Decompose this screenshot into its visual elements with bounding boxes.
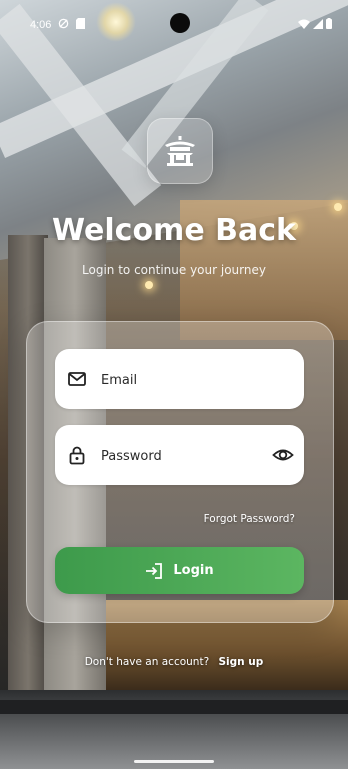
status-time: 4:06 [30,19,52,31]
battery-icon [326,18,332,32]
signal-icon [313,18,323,32]
signup-prompt: Don't have an account? [84,656,210,668]
signup-row: Don't have an account? Sign up [0,656,348,668]
signup-link[interactable]: Sign up [218,656,263,668]
login-button[interactable]: Login [55,547,304,594]
login-arrow-icon [146,562,163,579]
lock-icon [69,446,85,465]
app-logo [147,118,213,184]
mail-icon [68,372,86,386]
email-input[interactable] [99,349,273,411]
login-screen: 4:06 Welcome Back Login to continue your… [0,0,348,769]
password-input[interactable] [99,425,273,487]
pagoda-icon [165,136,195,166]
login-card: Forgot Password? Login [26,321,334,623]
status-bar: 4:06 [0,0,348,44]
wifi-icon [298,19,310,32]
alarm-off-icon [58,18,69,32]
page-subtitle: Login to continue your journey [82,263,266,277]
page-title: Welcome Back [52,213,296,248]
password-field[interactable] [55,425,304,487]
home-indicator[interactable] [134,760,214,763]
email-field[interactable] [55,349,304,411]
forgot-password-link[interactable]: Forgot Password? [204,513,295,525]
camera-cutout [170,13,190,33]
eye-icon[interactable] [272,444,294,466]
login-button-label: Login [173,563,214,578]
sim-icon [76,18,85,32]
status-icons [298,18,332,32]
